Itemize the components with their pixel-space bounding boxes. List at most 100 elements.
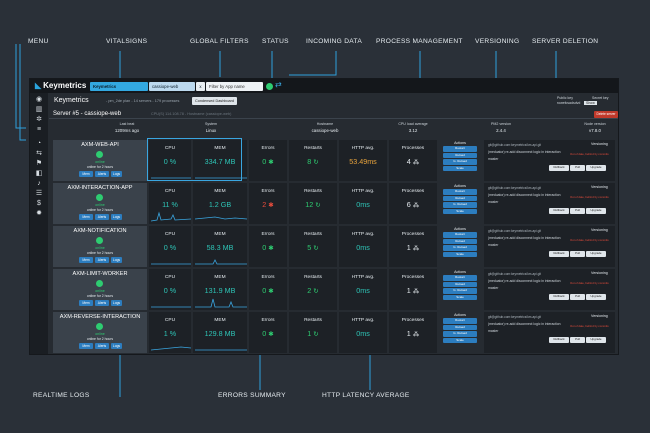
upgrade-button[interactable]: Upgrade (586, 251, 606, 257)
commit-message: (meduator) re-add disconnect logic in in… (488, 236, 561, 240)
cpu-label: CPU (164, 318, 176, 323)
errors-metric[interactable]: Errors 0 ✱ (249, 140, 287, 181)
graceful-reload-button[interactable]: G. Reload (443, 159, 477, 165)
upgrade-button[interactable]: Upgrade (586, 337, 606, 343)
reload-button[interactable]: Reload (443, 238, 477, 244)
bell-icon[interactable]: ♪ (34, 179, 44, 188)
alerts-button[interactable]: Alerts (95, 171, 109, 177)
reload-button[interactable]: Reload (443, 152, 477, 158)
bookmark-icon[interactable]: ◧ (34, 169, 44, 178)
reload-button[interactable]: Reload (443, 281, 477, 287)
scale-button[interactable]: Scale (443, 337, 477, 343)
scale-button[interactable]: Scale (443, 251, 477, 257)
restart-button[interactable]: Restart (443, 146, 477, 152)
alerts-button[interactable]: Alerts (95, 343, 109, 349)
alerts-button[interactable]: Alerts (95, 257, 109, 263)
pull-button[interactable]: Pull (570, 165, 585, 171)
process-actions: Actions Restart Reload G. Reload Scale (440, 269, 480, 310)
pull-button[interactable]: Pull (570, 251, 585, 257)
logs-button[interactable]: Logs (111, 343, 122, 349)
rollback-button[interactable]: Rollback (549, 208, 569, 214)
upgrade-button[interactable]: Upgrade (586, 165, 606, 171)
refresh-icon: ↻ (315, 202, 321, 209)
show-secret-button[interactable]: Show (584, 101, 597, 105)
errors-metric[interactable]: Errors 0 ✱ (249, 269, 287, 310)
restart-button[interactable]: Restart (443, 318, 477, 324)
graceful-reload-button[interactable]: G. Reload (443, 202, 477, 208)
pull-button[interactable]: Pull (570, 337, 585, 343)
restart-button[interactable]: Restart (443, 232, 477, 238)
condensed-dashboard-button[interactable]: Condensed Dashboard (192, 97, 237, 105)
online-status-dot (96, 280, 103, 287)
processes-label: Processes (401, 275, 425, 280)
app-filter-chip[interactable]: Keymetrics (90, 82, 148, 91)
logs-button[interactable]: Logs (111, 300, 122, 306)
gear-icon[interactable]: ✲ (34, 115, 44, 124)
errors-value: 0 ✱ (249, 329, 287, 338)
http-label: HTTP avg. (351, 232, 375, 237)
logs-button[interactable]: Logs (111, 214, 122, 220)
app-name-filter-input[interactable]: Filter by App name (206, 82, 263, 91)
eye-icon[interactable]: ◉ (34, 95, 44, 104)
online-status-dot (96, 323, 103, 330)
bug-icon: ✱ (268, 202, 274, 209)
mem-button[interactable]: Mem (79, 171, 93, 177)
rollback-button[interactable]: Rollback (549, 337, 569, 343)
outdated-warning: Out of date, behind by commits (570, 195, 609, 199)
errors-metric[interactable]: Errors 0 ✱ (249, 226, 287, 267)
mem-button[interactable]: Mem (79, 343, 93, 349)
gauge-icon[interactable]: ◔ (34, 139, 44, 148)
flag-icon[interactable]: ⚑ (34, 159, 44, 168)
rollback-button[interactable]: Rollback (549, 294, 569, 300)
upgrade-button[interactable]: Upgrade (586, 208, 606, 214)
http-label: HTTP avg. (351, 275, 375, 280)
settings-icon[interactable]: ✹ (34, 209, 44, 218)
menu-list-icon[interactable]: ☰ (34, 189, 44, 198)
logs-button[interactable]: Logs (111, 171, 122, 177)
cpu-sparkline (151, 306, 191, 308)
http-value: 0ms (356, 329, 370, 338)
alerts-button[interactable]: Alerts (95, 214, 109, 220)
logo[interactable]: ◣ Keymetrics (35, 81, 86, 90)
server-filter-chip[interactable]: cassiope-web (149, 82, 195, 91)
chart-icon[interactable]: ▥ (34, 105, 44, 114)
rollback-button[interactable]: Rollback (549, 251, 569, 257)
dollar-icon[interactable]: $ (34, 199, 44, 208)
mem-button[interactable]: Mem (79, 257, 93, 263)
system-info-item: Node version v7.8.0 (555, 122, 618, 133)
graceful-reload-button[interactable]: G. Reload (443, 288, 477, 294)
mem-metric: MEM 58.3 MB (193, 226, 247, 267)
scale-button[interactable]: Scale (443, 165, 477, 171)
cluster-icon: ⁂ (412, 245, 420, 252)
errors-label: Errors (261, 232, 275, 237)
scale-button[interactable]: Scale (443, 294, 477, 300)
delete-server-button[interactable]: Delete server (594, 111, 618, 118)
clear-filter-button[interactable]: x (196, 82, 205, 91)
errors-metric[interactable]: Errors 2 ✱ (249, 183, 287, 224)
processes-metric: Processes 4 ⁂ (389, 140, 437, 181)
graceful-reload-button[interactable]: G. Reload (443, 331, 477, 337)
list-icon[interactable]: ≡ (34, 125, 44, 134)
project-subtitle: - pm_2de plan - 14 servers - 179 process… (106, 99, 180, 103)
restart-button[interactable]: Restart (443, 189, 477, 195)
upgrade-button[interactable]: Upgrade (586, 294, 606, 300)
restart-button[interactable]: Restart (443, 275, 477, 281)
pull-button[interactable]: Pull (570, 294, 585, 300)
branch-name: master (488, 243, 499, 247)
alerts-button[interactable]: Alerts (95, 300, 109, 306)
exchange-icon[interactable]: ⇆ (34, 149, 44, 158)
branch-name: master (488, 200, 499, 204)
mem-button[interactable]: Mem (79, 214, 93, 220)
reload-button[interactable]: Reload (443, 324, 477, 330)
scale-button[interactable]: Scale (443, 208, 477, 214)
logs-button[interactable]: Logs (111, 257, 122, 263)
graceful-reload-button[interactable]: G. Reload (443, 245, 477, 251)
versioning-label: Versioning (591, 228, 608, 232)
outdated-warning: Out of date, behind by commits (570, 238, 609, 242)
pull-button[interactable]: Pull (570, 208, 585, 214)
system-info-item: Hostname cassiope-web (285, 122, 365, 133)
mem-button[interactable]: Mem (79, 300, 93, 306)
errors-metric[interactable]: Errors 0 ✱ (249, 312, 287, 353)
reload-button[interactable]: Reload (443, 195, 477, 201)
rollback-button[interactable]: Rollback (549, 165, 569, 171)
